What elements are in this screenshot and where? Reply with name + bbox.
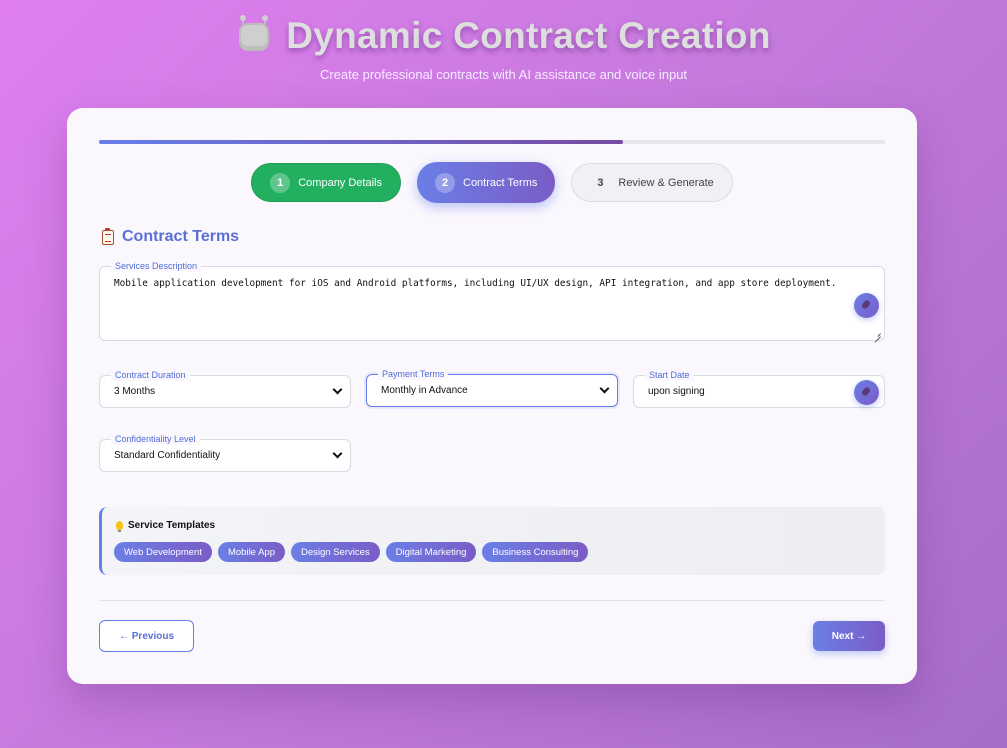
progress-fill: [99, 140, 624, 144]
start-date-value: upon signing: [648, 386, 705, 397]
voice-input-button[interactable]: [854, 293, 879, 318]
start-date-field[interactable]: Start Date upon signing: [633, 369, 885, 408]
microphone-icon: [860, 299, 872, 310]
microphone-icon: [860, 386, 872, 397]
template-chip-digital-marketing[interactable]: Digital Marketing: [385, 542, 477, 562]
contract-duration-label: Contract Duration: [111, 369, 190, 381]
template-chips: Web Development Mobile App Design Servic…: [114, 542, 589, 562]
start-date-label: Start Date: [645, 369, 694, 381]
section-heading: Contract Terms: [102, 227, 240, 246]
step-number: 2: [435, 172, 455, 193]
next-button[interactable]: Next →: [813, 621, 885, 651]
payment-terms-label: Payment Terms: [378, 368, 449, 380]
contract-form-card: 1 Company Details 2 Contract Terms 3 Rev…: [67, 108, 917, 684]
template-chip-mobile-app[interactable]: Mobile App: [217, 542, 285, 562]
payment-terms-value: Monthly in Advance: [381, 385, 468, 396]
lightbulb-icon: [116, 521, 123, 532]
template-chip-web-development[interactable]: Web Development: [114, 542, 212, 562]
service-templates-heading: Service Templates: [116, 520, 216, 532]
page-subtitle: Create professional contracts with AI as…: [319, 67, 688, 82]
step-label: Review & Generate: [618, 176, 714, 189]
title-row: Dynamic Contract Creation: [0, 14, 1007, 58]
confidentiality-level-label: Confidentiality Level: [111, 433, 200, 445]
voice-input-button[interactable]: [854, 380, 879, 405]
confidentiality-level-value: Standard Confidentiality: [114, 450, 221, 461]
service-templates-panel: Service Templates Web Development Mobile…: [99, 507, 885, 575]
progress-bar: [99, 140, 885, 144]
step-review-generate[interactable]: 3 Review & Generate: [571, 163, 733, 202]
services-description-value: Mobile application development for iOS a…: [114, 278, 837, 289]
chevron-down-icon: [332, 384, 343, 395]
step-indicator: 1 Company Details 2 Contract Terms 3 Rev…: [67, 162, 917, 203]
page-title: Dynamic Contract Creation: [286, 15, 771, 56]
contract-duration-select[interactable]: Contract Duration 3 Months: [99, 369, 351, 408]
confidentiality-level-select[interactable]: Confidentiality Level Standard Confident…: [99, 433, 351, 472]
template-chip-business-consulting[interactable]: Business Consulting: [482, 542, 589, 562]
step-number: 3: [597, 176, 604, 189]
resize-handle[interactable]: [873, 329, 881, 337]
step-label: Company Details: [298, 176, 382, 189]
step-contract-terms[interactable]: 2 Contract Terms: [417, 162, 556, 203]
section-title: Contract Terms: [122, 228, 240, 245]
page-header: Dynamic Contract Creation Create profess…: [0, 14, 1007, 82]
services-description-label: Services Description: [111, 260, 202, 272]
services-description-field[interactable]: Services Description Mobile application …: [99, 260, 885, 341]
contract-duration-value: 3 Months: [114, 386, 156, 397]
chevron-down-icon: [599, 383, 610, 394]
template-chip-design-services[interactable]: Design Services: [291, 542, 380, 562]
service-templates-title: Service Templates: [128, 520, 216, 531]
step-label: Contract Terms: [463, 176, 538, 189]
divider: [99, 600, 885, 601]
payment-terms-select[interactable]: Payment Terms Monthly in Advance: [366, 368, 618, 407]
step-company-details[interactable]: 1 Company Details: [251, 163, 401, 202]
clipboard-icon: [102, 227, 114, 245]
previous-button[interactable]: ← Previous: [99, 620, 194, 652]
robot-icon: [236, 15, 272, 54]
step-number: 1: [270, 172, 291, 193]
chevron-down-icon: [332, 448, 343, 459]
